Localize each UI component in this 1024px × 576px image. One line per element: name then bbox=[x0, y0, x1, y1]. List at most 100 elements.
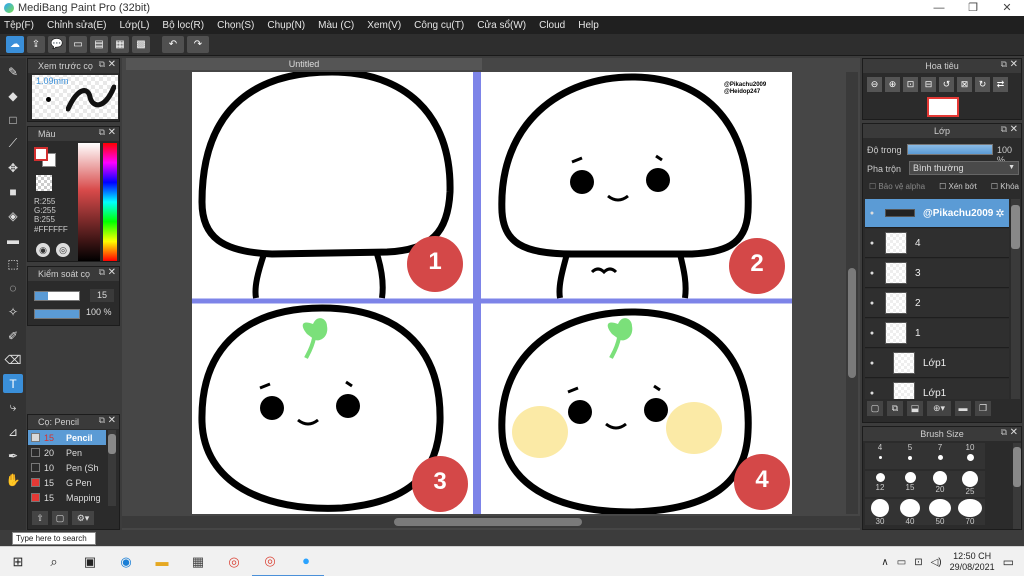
menu-snap[interactable]: Chụp(N) bbox=[267, 20, 305, 31]
lasso-tool-icon[interactable]: ◌ bbox=[3, 278, 23, 297]
layer-row[interactable]: ● Lớp1 bbox=[865, 379, 1009, 399]
menu-file[interactable]: Tệp(F) bbox=[4, 20, 34, 31]
folder-icon[interactable]: ▬ bbox=[955, 401, 971, 416]
chrome-icon[interactable]: ◎ bbox=[216, 547, 252, 576]
close-icon[interactable]: ✕ bbox=[1010, 59, 1018, 70]
select-rect-tool-icon[interactable]: ⬚ bbox=[3, 254, 23, 273]
menu-select[interactable]: Chọn(S) bbox=[217, 20, 254, 31]
float-icon[interactable]: ⧉ bbox=[1001, 427, 1007, 438]
brush-size-cell[interactable]: 4 bbox=[865, 443, 895, 469]
move-tool-icon[interactable]: ✥ bbox=[3, 158, 23, 177]
clock[interactable]: 12:50 CH 29/08/2021 bbox=[950, 551, 995, 573]
layer-menu-icon[interactable]: ⊕▾ bbox=[927, 401, 951, 416]
protect-alpha-checkbox[interactable]: ☐ Bảo vệ alpha bbox=[869, 182, 925, 191]
clip-checkbox[interactable]: ☐ Xén bớt bbox=[939, 182, 977, 191]
saturation-picker[interactable] bbox=[78, 143, 100, 261]
rectangle-tool-icon[interactable]: □ bbox=[3, 110, 23, 129]
color-palette-icon[interactable]: ◉ bbox=[36, 243, 50, 257]
dropper-tool-icon[interactable]: ⊿ bbox=[3, 422, 23, 441]
chrome-profile-icon[interactable]: ◎ bbox=[252, 547, 288, 576]
reset-rotation-icon[interactable]: ⊠ bbox=[957, 77, 972, 92]
menu-help[interactable]: Help bbox=[578, 20, 599, 31]
menu-view[interactable]: Xem(V) bbox=[367, 20, 401, 31]
tiles-icon[interactable]: ▩ bbox=[132, 36, 150, 53]
brush-opacity-slider[interactable] bbox=[34, 309, 80, 319]
brush-item-mapping[interactable]: 15 Mapping bbox=[28, 490, 106, 505]
menu-layer[interactable]: Lớp(L) bbox=[120, 20, 150, 31]
text-tool-icon[interactable]: T bbox=[3, 374, 23, 393]
menu-edit[interactable]: Chỉnh sửa(E) bbox=[47, 20, 107, 31]
brush-size-cell[interactable]: 25 bbox=[955, 471, 985, 497]
undo-icon[interactable]: ↶ bbox=[162, 36, 184, 53]
fill-rect-tool-icon[interactable]: ■ bbox=[3, 182, 23, 201]
menu-color[interactable]: Màu (C) bbox=[318, 20, 354, 31]
eye-icon[interactable]: ● bbox=[865, 240, 879, 247]
network-icon[interactable]: ⊡ bbox=[914, 557, 922, 568]
brush-item-g-pen[interactable]: 15 G Pen bbox=[28, 475, 106, 490]
brush-size-cell[interactable]: 50 bbox=[925, 499, 955, 526]
actual-size-icon[interactable]: ⊟ bbox=[921, 77, 936, 92]
float-icon[interactable]: ⧉ bbox=[99, 267, 105, 278]
flip-icon[interactable]: ⇄ bbox=[993, 77, 1008, 92]
brush-size-cell[interactable]: 7 bbox=[925, 443, 955, 469]
close-icon[interactable]: ✕ bbox=[1010, 427, 1018, 438]
new-brush-icon[interactable]: ▢ bbox=[52, 511, 68, 525]
brush-size-cell[interactable]: 30 bbox=[865, 499, 895, 526]
layer-list-scrollbar[interactable] bbox=[1011, 199, 1020, 399]
document-icon[interactable]: ▤ bbox=[90, 36, 108, 53]
blend-mode-select[interactable]: Bình thường ▼ bbox=[909, 161, 1019, 175]
close-icon[interactable]: ✕ bbox=[108, 127, 116, 138]
layer-row[interactable]: ● Lớp1 bbox=[865, 349, 1009, 378]
brush-size-cell[interactable]: 12 bbox=[865, 471, 895, 497]
brush-size-scrollbar[interactable] bbox=[1013, 443, 1021, 529]
brush-size-cell[interactable]: 20 bbox=[925, 471, 955, 497]
lock-checkbox[interactable]: ☐ Khóa bbox=[991, 182, 1019, 191]
brush-settings-icon[interactable]: ⚙▾ bbox=[72, 511, 94, 525]
brush-item-pencil[interactable]: 15 Pencil bbox=[28, 430, 106, 445]
magic-wand-tool-icon[interactable]: ✧ bbox=[3, 302, 23, 321]
zoom-out-icon[interactable]: ⊖ bbox=[867, 77, 882, 92]
brush-size-cell[interactable]: 70 bbox=[955, 499, 985, 526]
taskview-icon[interactable]: ▣ bbox=[72, 547, 108, 576]
menu-filter[interactable]: Bộ lọc(R) bbox=[162, 20, 204, 31]
cloud-icon[interactable]: ☁ bbox=[6, 36, 24, 53]
brush-size-cell[interactable]: 15 bbox=[895, 471, 925, 497]
brush-size-cell[interactable]: 40 bbox=[895, 499, 925, 526]
canvas-horizontal-scrollbar[interactable] bbox=[122, 516, 860, 528]
maximize-button[interactable]: ❐ bbox=[956, 0, 990, 16]
opacity-slider[interactable] bbox=[907, 144, 993, 155]
gradient-tool-icon[interactable]: ▬ bbox=[3, 230, 23, 249]
brush-item-pen-shading[interactable]: 10 Pen (Sh bbox=[28, 460, 106, 475]
rotate-right-icon[interactable]: ↻ bbox=[975, 77, 990, 92]
brush-list-scrollbar[interactable] bbox=[108, 430, 116, 506]
float-icon[interactable]: ⧉ bbox=[99, 127, 105, 138]
select-eraser-tool-icon[interactable]: ⌫ bbox=[3, 350, 23, 369]
copy-layer-icon[interactable]: ⧉ bbox=[887, 401, 903, 416]
menu-tools[interactable]: Công cụ(T) bbox=[414, 20, 464, 31]
eye-icon[interactable]: ● bbox=[865, 210, 879, 217]
drawing-canvas[interactable]: 1 2 3 4 @Pikachu2009 @Heidop247 bbox=[192, 72, 792, 514]
gear-icon[interactable]: ✲ bbox=[995, 207, 1004, 220]
grid-icon[interactable]: ▦ bbox=[111, 36, 129, 53]
windows-icon[interactable]: ⊞ bbox=[0, 547, 36, 576]
layer-row[interactable]: ● 3 bbox=[865, 259, 1009, 288]
zoom-in-icon[interactable]: ⊕ bbox=[885, 77, 900, 92]
close-icon[interactable]: ✕ bbox=[108, 267, 116, 278]
brush-item-pen[interactable]: 20 Pen bbox=[28, 445, 106, 460]
navigator-thumbnail[interactable] bbox=[927, 97, 959, 117]
battery-icon[interactable]: ▭ bbox=[897, 557, 906, 568]
eye-icon[interactable]: ● bbox=[865, 270, 879, 277]
brush-tool-icon[interactable]: ✎ bbox=[3, 62, 23, 81]
document-tab[interactable]: Untitled bbox=[126, 58, 482, 70]
eye-icon[interactable]: ● bbox=[865, 300, 879, 307]
edge-icon[interactable]: ◉ bbox=[108, 547, 144, 576]
message-icon[interactable]: ▭ bbox=[69, 36, 87, 53]
minimize-button[interactable]: — bbox=[922, 0, 956, 16]
brush-size-cell[interactable]: 5 bbox=[895, 443, 925, 469]
transparent-color-swatch[interactable] bbox=[36, 175, 52, 191]
notification-icon[interactable]: ▭ bbox=[1003, 555, 1014, 569]
color-history-icon[interactable]: ◎ bbox=[56, 243, 70, 257]
close-icon[interactable]: ✕ bbox=[108, 59, 116, 70]
share-icon[interactable]: ⇪ bbox=[27, 36, 45, 53]
canvas-vertical-scrollbar[interactable] bbox=[846, 72, 858, 514]
